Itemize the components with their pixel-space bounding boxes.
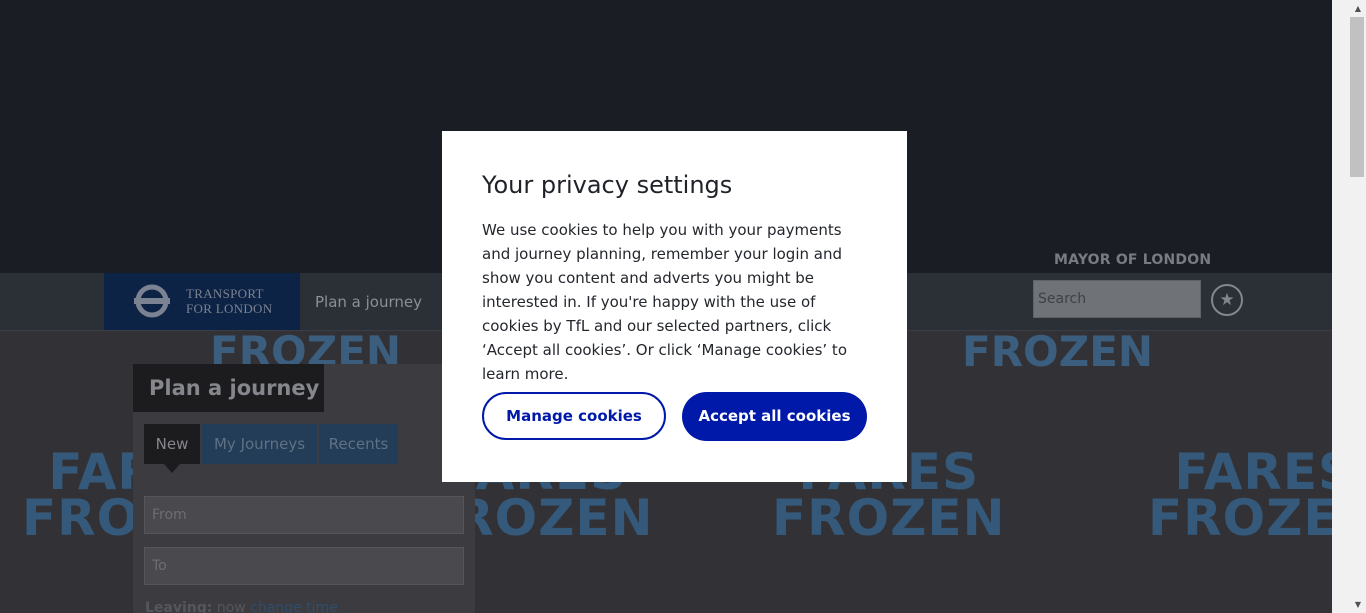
from-input[interactable]: From [144,496,464,534]
search-input[interactable]: Search [1033,280,1201,318]
fares-frozen-graphic: FARES FROZEN [1148,443,1332,547]
logo-line2: FOR LONDON [186,301,273,316]
page-scrollbar[interactable]: ▲ ▼ [1332,0,1366,613]
leaving-label: Leaving: [145,600,213,613]
leaving-time: Leaving: now change time [145,600,338,613]
to-input[interactable]: To [144,547,464,585]
leaving-value: now [216,600,246,613]
privacy-settings-dialog: Your privacy settings We use cookies to … [442,131,907,482]
scroll-up-arrow-icon[interactable]: ▲ [1350,0,1366,17]
logo-line1: TRANSPORT [186,286,264,301]
change-time-link[interactable]: change time [250,600,338,613]
scroll-down-arrow-icon[interactable]: ▼ [1350,596,1366,613]
accept-all-cookies-button[interactable]: Accept all cookies [682,392,867,441]
dialog-body-text: We use cookies to help you with your pay… [482,221,847,383]
tfl-roundel-icon [134,284,170,318]
nav-plan-a-journey[interactable]: Plan a journey [315,293,422,311]
star-icon[interactable]: ★ [1211,284,1243,316]
tfl-logo-link[interactable]: TRANSPORT FOR LONDON [104,273,300,330]
promo-top-word: FROZEN [962,331,1154,376]
mayor-of-london-logo[interactable]: MAYOR OF LONDON [1054,252,1211,268]
journey-planner-widget: Plan a journey New My Journeys Recents F… [133,364,475,613]
planner-title: Plan a journey [133,364,324,412]
tfl-wordmark: TRANSPORT FOR LONDON [186,286,272,316]
tab-new[interactable]: New [144,424,200,473]
manage-cookies-button[interactable]: Manage cookies [482,392,666,440]
tab-my-journeys[interactable]: My Journeys [202,424,317,464]
scrollbar-thumb[interactable] [1350,17,1364,177]
dialog-title: Your privacy settings [482,171,733,199]
tab-recents[interactable]: Recents [319,424,398,464]
